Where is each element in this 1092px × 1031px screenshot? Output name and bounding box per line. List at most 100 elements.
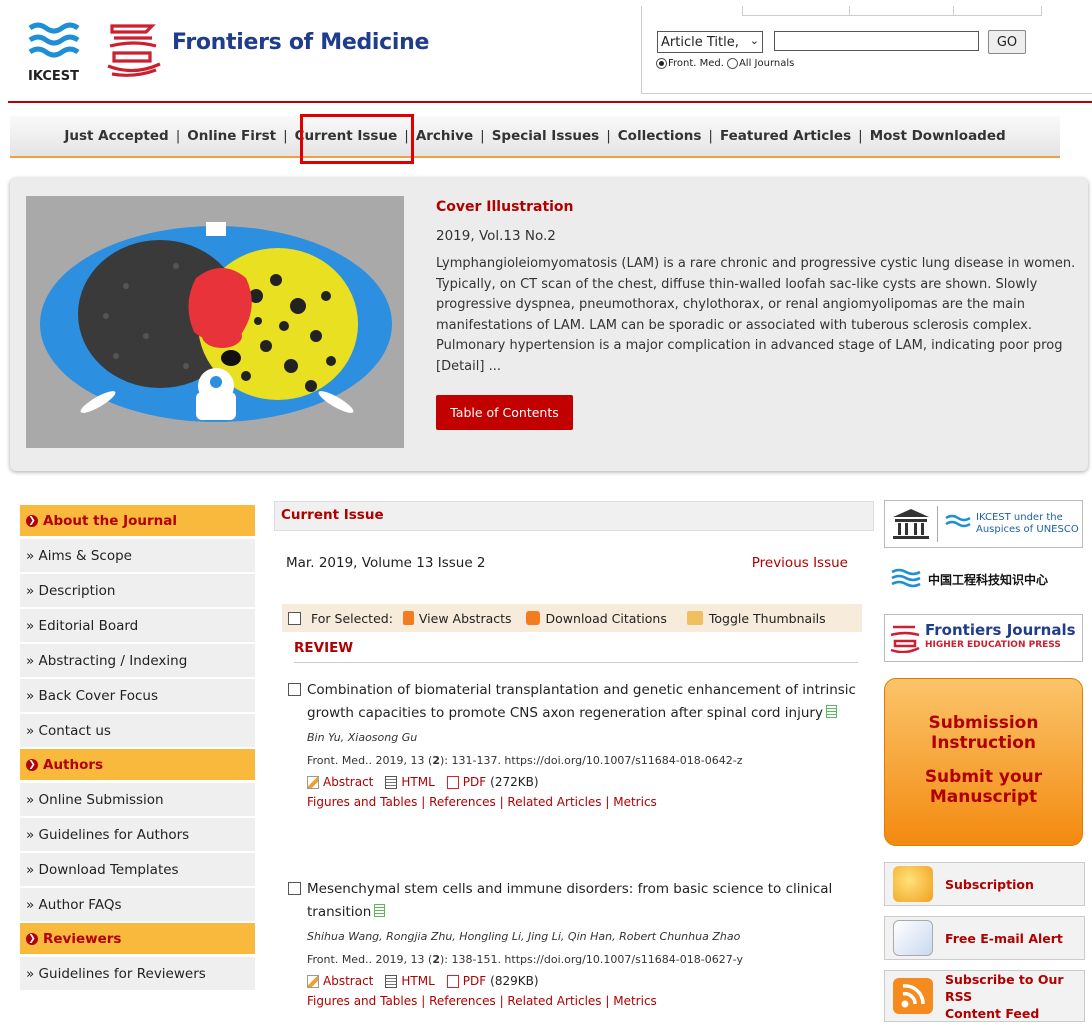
frontiers-logo-icon — [890, 625, 920, 653]
pdf-size: (272KB) — [490, 775, 539, 789]
sidebar-item-description[interactable]: » Description — [20, 574, 255, 607]
sidebar-item-online-submission[interactable]: » Online Submission — [20, 783, 255, 816]
nav-archive[interactable]: Archive — [416, 128, 473, 144]
related-articles-link[interactable]: Related Articles — [507, 795, 601, 809]
sidebar-item-abstracting-indexing[interactable]: » Abstracting / Indexing — [20, 644, 255, 677]
fulltext-icon[interactable] — [374, 904, 386, 917]
unesco-temple-icon — [893, 509, 929, 539]
html-link[interactable]: HTML — [385, 775, 435, 789]
references-link[interactable]: References — [429, 994, 496, 1008]
table-of-contents-button[interactable]: Table of Contents — [436, 395, 573, 430]
download-citations-link[interactable]: Download Citations — [546, 611, 667, 626]
figures-tables-link[interactable]: Figures and Tables — [307, 994, 417, 1008]
nav-most-downloaded[interactable]: Most Downloaded — [870, 128, 1006, 144]
sidebar-section-authors[interactable]: ❯ Authors — [20, 749, 255, 780]
pdf-size: (829KB) — [490, 974, 539, 988]
cover-title[interactable]: Cover Illustration — [436, 199, 574, 215]
cover-image[interactable] — [26, 196, 404, 448]
nav-separator: | — [175, 128, 181, 144]
image-icon — [686, 611, 703, 625]
nav-featured-articles[interactable]: Featured Articles — [720, 128, 851, 144]
sidebar-item-guidelines-authors[interactable]: » Guidelines for Authors — [20, 818, 255, 851]
search-input[interactable] — [774, 31, 979, 51]
figures-tables-link[interactable]: Figures and Tables — [307, 795, 417, 809]
go-button[interactable]: GO — [988, 30, 1026, 54]
frontiers-medicine-logo[interactable] — [104, 20, 164, 80]
scope-label-all-journals: All Journals — [738, 58, 795, 69]
metrics-link[interactable]: Metrics — [613, 994, 657, 1008]
arrow-circle-icon: ❯ — [26, 758, 38, 771]
article-title-row: Mesenchymal stem cells and immune disord… — [288, 878, 858, 924]
sidebar-item-author-faqs[interactable]: » Author FAQs — [20, 888, 255, 921]
abstract-link[interactable]: Abstract — [307, 974, 373, 988]
rss-link[interactable]: Subscribe to Our RSS Content Feed — [884, 970, 1085, 1022]
sidebar-item-download-templates[interactable]: » Download Templates — [20, 853, 255, 886]
email-alert-link[interactable]: Free E-mail Alert — [884, 916, 1085, 960]
article-checkbox[interactable] — [288, 882, 301, 895]
select-all-checkbox[interactable] — [288, 611, 301, 625]
pdf-icon — [446, 775, 459, 789]
sidebar-item-editorial-board[interactable]: » Editorial Board — [20, 609, 255, 642]
nav-separator: | — [283, 128, 288, 144]
toggle-thumbnails-link[interactable]: Toggle Thumbnails — [709, 611, 826, 626]
article-extra-links: Figures and Tables | References | Relate… — [307, 795, 657, 809]
search-field-select[interactable]: Article Title, ⌄ — [657, 31, 763, 53]
citation-doi[interactable]: ): 131-137. https://doi.org/10.1007/s116… — [440, 754, 742, 767]
search-field-value: Article Title, — [661, 34, 739, 50]
pencil-doc-icon — [307, 775, 319, 789]
citation-doi[interactable]: ): 138-151. https://doi.org/10.1007/s116… — [440, 953, 743, 966]
pdf-link[interactable]: PDF — [446, 974, 486, 988]
article-title-row: Combination of biomaterial transplantati… — [288, 679, 858, 725]
selection-toolbar: For Selected: View Abstracts Download Ci… — [282, 604, 862, 632]
previous-issue-link[interactable]: Previous Issue — [752, 555, 848, 571]
ikcest-cn-banner[interactable]: 中国工程科技知识中心 — [884, 555, 1083, 603]
fulltext-icon[interactable] — [825, 705, 837, 718]
scope-radio-all-journals[interactable] — [726, 58, 738, 69]
nav-separator: | — [606, 128, 611, 144]
current-issue-panel: Current Issue Mar. 2019, Volume 13 Issue… — [274, 501, 874, 1031]
sidebar-item-aims-scope[interactable]: » Aims & Scope — [20, 539, 255, 572]
sidebar-item-back-cover-focus[interactable]: » Back Cover Focus — [20, 679, 255, 712]
sidebar-section-title: About the Journal — [43, 512, 177, 529]
nav-online-first[interactable]: Online First — [187, 128, 276, 144]
nav-special-issues[interactable]: Special Issues — [492, 128, 600, 144]
article-title[interactable]: Mesenchymal stem cells and immune disord… — [307, 881, 832, 920]
sidebar-section-reviewers[interactable]: ❯ Reviewers — [20, 923, 255, 954]
metrics-link[interactable]: Metrics — [613, 795, 657, 809]
html-doc-icon — [385, 775, 398, 789]
nav-collections[interactable]: Collections — [618, 128, 702, 144]
nav-separator: | — [858, 128, 863, 144]
sidebar: ❯ About the Journal » Aims & Scope » Desc… — [20, 505, 255, 992]
html-link[interactable]: HTML — [385, 974, 435, 988]
article-links: Abstract HTML PDF (272KB) — [307, 775, 858, 789]
frontiers-journals-banner[interactable]: Frontiers Journals HIGHER EDUCATION PRES… — [884, 614, 1083, 662]
abstract-link[interactable]: Abstract — [307, 775, 373, 789]
pdf-link[interactable]: PDF — [446, 775, 486, 789]
nav-just-accepted[interactable]: Just Accepted — [64, 128, 168, 144]
sidebar-item-guidelines-reviewers[interactable]: » Guidelines for Reviewers — [20, 957, 255, 990]
html-doc-icon — [385, 974, 398, 988]
ikcest-logo[interactable]: IKCEST — [26, 18, 96, 84]
rss-label: Subscribe to Our RSS — [945, 971, 1064, 1004]
related-articles-link[interactable]: Related Articles — [507, 994, 601, 1008]
main-nav: Just Accepted | Online First | Current Issue… — [10, 116, 1060, 158]
article-title[interactable]: Combination of biomaterial transplantati… — [307, 682, 856, 721]
article-checkbox[interactable] — [288, 683, 301, 696]
rss-icon — [893, 978, 933, 1014]
view-abstracts-link[interactable]: View Abstracts — [419, 611, 512, 626]
submission-line: Instruction — [931, 733, 1036, 753]
submission-line: Manuscript — [929, 787, 1038, 807]
subscription-link[interactable]: Subscription — [884, 862, 1085, 906]
journal-title[interactable]: Frontiers of Medicine — [172, 30, 429, 55]
article-citation: Front. Med.. 2019, 13 (2): 131-137. http… — [307, 754, 858, 767]
article-authors: Bin Yu, Xiaosong Gu — [307, 731, 418, 744]
sidebar-item-contact-us[interactable]: » Contact us — [20, 714, 255, 747]
references-link[interactable]: References — [429, 795, 496, 809]
scope-radio-front-med[interactable] — [656, 58, 667, 69]
submission-instruction-banner[interactable]: Submission Instruction Submit your Manus… — [884, 678, 1083, 846]
hep-text: HIGHER EDUCATION PRESS — [925, 640, 1061, 650]
sidebar-section-about[interactable]: ❯ About the Journal — [20, 505, 255, 536]
scope-label-front-med: Front. Med. — [668, 58, 724, 69]
article-extra-links: Figures and Tables | References | Relate… — [307, 994, 657, 1008]
unesco-banner[interactable]: IKCEST under the Auspices of UNESCO — [884, 500, 1083, 548]
